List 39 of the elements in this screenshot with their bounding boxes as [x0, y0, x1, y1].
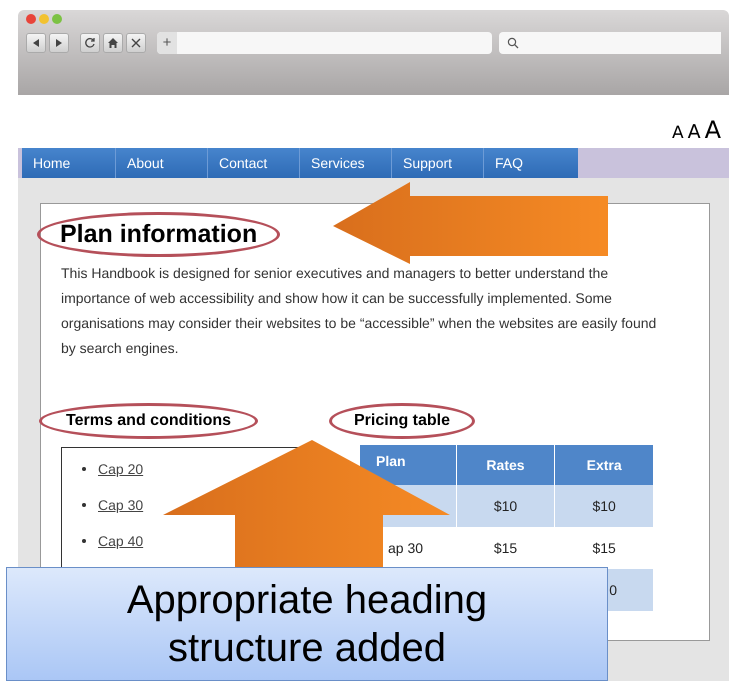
text-size-link[interactable]: A [704, 118, 721, 142]
section-heading: Terms and conditions [39, 403, 258, 440]
new-tab-button[interactable]: + [157, 32, 177, 54]
table-cell: $15 [494, 540, 518, 556]
column-header: Extra [554, 445, 654, 486]
table-cell: 0 [609, 582, 617, 598]
list-link[interactable]: Cap 30 [98, 496, 144, 514]
page-heading: Plan information [37, 212, 280, 258]
address-field[interactable]: + [157, 32, 492, 54]
table-cell: ap 30 [388, 540, 424, 556]
table-cell: $10 [494, 498, 518, 514]
list-link[interactable]: Cap 40 [98, 532, 144, 550]
home-button[interactable] [103, 33, 123, 53]
column-header: Rates [456, 445, 555, 486]
forward-button[interactable] [49, 33, 69, 53]
search-icon [507, 37, 519, 49]
close-icon [130, 37, 142, 49]
intro-paragraph: This Handbook is designed for senior executives and managers to better understand the importance of web accessibility and show how it can be successfully implemented. Some organisations may consider their websites to be “accessible” when the websites are easily found by search engines. [61, 264, 658, 358]
list-link[interactable]: Cap 20 [98, 460, 144, 478]
bullet-icon [82, 539, 86, 544]
search-field[interactable] [499, 32, 721, 54]
table-cell: $15 [592, 540, 616, 556]
back-icon [31, 38, 41, 48]
reload-icon [84, 37, 96, 49]
bullet-icon [82, 467, 86, 472]
column-header: Plan [360, 445, 456, 486]
text-size-link[interactable]: A [672, 125, 684, 142]
table-cell: $10 [592, 498, 616, 514]
bullet-icon [82, 503, 86, 508]
home-icon [107, 37, 119, 49]
back-button[interactable] [26, 33, 46, 53]
callout-text: structure added [168, 625, 446, 672]
reload-button[interactable] [80, 33, 100, 53]
text-size-link[interactable]: A [688, 123, 701, 142]
callout-text: Appropriate heading [126, 577, 488, 624]
close-button[interactable] [126, 33, 146, 53]
section-heading: Pricing table [329, 403, 476, 440]
nav-link[interactable]: FAQ [484, 148, 578, 178]
forward-icon [54, 38, 64, 48]
